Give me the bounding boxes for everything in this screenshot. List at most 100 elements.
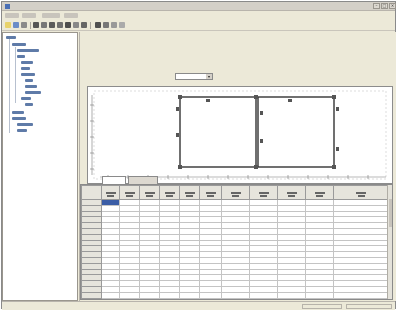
tree-node[interactable] bbox=[17, 49, 39, 52]
column-header[interactable] bbox=[277, 185, 306, 200]
print-icon[interactable] bbox=[33, 22, 39, 28]
data-table bbox=[81, 185, 389, 299]
tree-node[interactable] bbox=[21, 67, 30, 70]
maximize-button[interactable]: □ bbox=[381, 3, 388, 9]
header-label-mark bbox=[184, 191, 195, 194]
data-grid[interactable] bbox=[80, 184, 393, 300]
column-header[interactable] bbox=[221, 185, 250, 200]
table-cell[interactable] bbox=[221, 297, 250, 299]
row-header[interactable] bbox=[81, 297, 102, 299]
new-icon[interactable] bbox=[5, 22, 11, 28]
menu-item-2[interactable] bbox=[22, 13, 36, 18]
vertical-scrollbar[interactable] bbox=[387, 185, 392, 299]
frame-right bbox=[257, 96, 335, 168]
table-cell[interactable] bbox=[277, 297, 306, 299]
column-header[interactable] bbox=[119, 185, 140, 200]
tree-node[interactable] bbox=[21, 97, 31, 100]
column-header[interactable] bbox=[333, 185, 389, 200]
status-panel bbox=[346, 304, 392, 309]
header-label-mark bbox=[107, 194, 114, 197]
paste-icon[interactable] bbox=[49, 22, 55, 28]
table-cell[interactable] bbox=[119, 297, 140, 299]
chevron-down-icon[interactable]: ▾ bbox=[206, 74, 212, 79]
header-label-mark bbox=[124, 191, 135, 194]
settings-icon[interactable] bbox=[95, 22, 101, 28]
tree-node[interactable] bbox=[17, 129, 27, 132]
app-icon bbox=[5, 4, 10, 9]
tree-node[interactable] bbox=[12, 43, 26, 46]
tab-first[interactable] bbox=[102, 176, 126, 184]
header-label-mark bbox=[164, 191, 175, 194]
toolbar-separator bbox=[30, 22, 31, 29]
table-cell[interactable] bbox=[249, 297, 278, 299]
grid-icon[interactable] bbox=[65, 22, 71, 28]
info-icon[interactable] bbox=[111, 22, 117, 28]
table-cell[interactable] bbox=[179, 297, 200, 299]
column-header[interactable] bbox=[249, 185, 278, 200]
header-label-mark bbox=[207, 194, 214, 197]
table-cell[interactable] bbox=[139, 297, 160, 299]
menu-bar bbox=[2, 12, 395, 19]
header-label-mark bbox=[126, 194, 133, 197]
close-button[interactable]: × bbox=[389, 3, 396, 9]
save-icon[interactable] bbox=[21, 22, 27, 28]
tree-node[interactable] bbox=[25, 91, 41, 94]
canvas-grid-frame bbox=[93, 90, 387, 180]
table-cell[interactable] bbox=[101, 297, 120, 299]
main-panel: ▾ bbox=[79, 32, 396, 301]
chart-type-select[interactable]: ▾ bbox=[175, 73, 213, 80]
header-label-mark bbox=[314, 191, 325, 194]
tree-node[interactable] bbox=[25, 103, 33, 106]
zoom-icon[interactable] bbox=[57, 22, 63, 28]
menu-item-4[interactable] bbox=[64, 13, 78, 18]
table-cell[interactable] bbox=[159, 297, 180, 299]
tab-second[interactable] bbox=[128, 176, 158, 184]
menu-item-3[interactable] bbox=[42, 13, 60, 18]
scrollbar-thumb[interactable] bbox=[389, 199, 392, 227]
column-header[interactable] bbox=[159, 185, 180, 200]
table-row[interactable] bbox=[81, 297, 389, 299]
header-label-mark bbox=[232, 194, 239, 197]
tree-node[interactable] bbox=[21, 73, 35, 76]
project-tree[interactable] bbox=[2, 32, 78, 301]
minimize-button[interactable]: – bbox=[373, 3, 380, 9]
help-icon[interactable] bbox=[103, 22, 109, 28]
table-cell[interactable] bbox=[199, 297, 222, 299]
header-label-mark bbox=[205, 191, 216, 194]
header-label-mark bbox=[144, 191, 155, 194]
tree-node[interactable] bbox=[12, 111, 24, 114]
column-header[interactable] bbox=[199, 185, 222, 200]
tree-node[interactable] bbox=[6, 36, 16, 39]
header-label-mark bbox=[146, 194, 153, 197]
tree-node[interactable] bbox=[17, 55, 25, 58]
table-cell[interactable] bbox=[333, 297, 389, 299]
open-icon[interactable] bbox=[13, 22, 19, 28]
status-panel bbox=[302, 304, 342, 309]
tree-node[interactable] bbox=[12, 117, 26, 120]
table-icon[interactable] bbox=[81, 22, 87, 28]
header-label-mark bbox=[166, 194, 173, 197]
copy-icon[interactable] bbox=[41, 22, 47, 28]
table-cell[interactable] bbox=[305, 297, 334, 299]
column-header[interactable] bbox=[139, 185, 160, 200]
data-tabs bbox=[80, 170, 397, 184]
row-number-header[interactable] bbox=[81, 185, 102, 200]
structure-diagram bbox=[90, 90, 387, 180]
tree-node[interactable] bbox=[25, 79, 33, 82]
header-label-mark bbox=[356, 191, 366, 194]
tool-icon[interactable] bbox=[119, 22, 125, 28]
header-label-mark bbox=[316, 194, 323, 197]
tree-node[interactable] bbox=[21, 61, 33, 64]
header-label-mark bbox=[357, 194, 365, 197]
column-header[interactable] bbox=[179, 185, 200, 200]
tree-node[interactable] bbox=[25, 85, 37, 88]
menu-item-1[interactable] bbox=[5, 13, 19, 18]
header-label-mark bbox=[105, 191, 116, 194]
chart-icon[interactable] bbox=[73, 22, 79, 28]
column-header[interactable] bbox=[101, 185, 120, 200]
column-header[interactable] bbox=[305, 185, 334, 200]
header-label-mark bbox=[186, 194, 193, 197]
header-label-mark bbox=[258, 191, 269, 194]
status-bar bbox=[2, 301, 395, 310]
tree-node[interactable] bbox=[17, 123, 33, 126]
